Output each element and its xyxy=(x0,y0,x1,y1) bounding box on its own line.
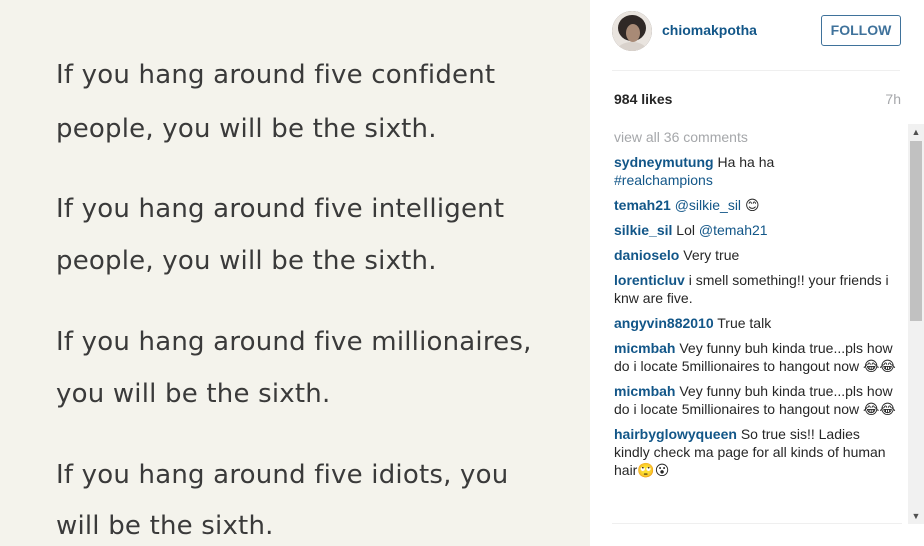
comment-username[interactable]: danioselo xyxy=(614,247,679,263)
follow-button[interactable]: FOLLOW xyxy=(821,15,901,46)
comment-text: True talk xyxy=(717,315,772,331)
comment-username[interactable]: silkie_sil xyxy=(614,222,672,238)
comment-username[interactable]: micmbah xyxy=(614,383,675,399)
post-image: If you hang around five confident people… xyxy=(0,0,590,546)
comment-mention[interactable]: @temah21 xyxy=(699,222,768,238)
comment-username[interactable]: hairbyglowyqueen xyxy=(614,426,737,442)
comment-username[interactable]: angyvin882010 xyxy=(614,315,714,331)
comment-mention[interactable]: @silkie_sil xyxy=(675,197,741,213)
comment-text: 😊 xyxy=(744,197,760,213)
comment-item: micmbah Vey funny buh kinda true...pls h… xyxy=(614,339,896,375)
view-all-comments-link[interactable]: view all 36 comments xyxy=(614,128,896,146)
username-link[interactable]: chiomakpotha xyxy=(662,22,757,38)
post-header: chiomakpotha FOLLOW xyxy=(590,0,924,70)
comment-item: danioselo Very true xyxy=(614,246,896,264)
quote-line: people, you will be the sixth. xyxy=(56,246,437,276)
scroll-down-icon[interactable]: ▼ xyxy=(908,508,924,524)
quote-line: people, you will be the sixth. xyxy=(56,114,437,144)
quote-line: If you hang around five intelligent xyxy=(56,194,505,224)
scroll-up-icon[interactable]: ▲ xyxy=(908,124,924,140)
divider xyxy=(612,70,900,71)
comment-item: angyvin882010 True talk xyxy=(614,314,896,332)
comment-item: lorenticluv i smell something!! your fri… xyxy=(614,271,896,307)
post-time[interactable]: 7h xyxy=(885,91,901,107)
avatar-photo-icon xyxy=(612,11,652,51)
comment-username[interactable]: temah21 xyxy=(614,197,671,213)
quote-line: will be the sixth. xyxy=(56,511,274,541)
post-side-panel: chiomakpotha FOLLOW 984 likes 7h view al… xyxy=(590,0,924,546)
comment-username[interactable]: lorenticluv xyxy=(614,272,685,288)
quote-line: If you hang around five idiots, you xyxy=(56,460,509,490)
comment-text: Ha ha ha xyxy=(717,154,775,170)
quote-line: If you hang around five millionaires, xyxy=(56,327,532,357)
comment-item: silkie_sil Lol @temah21 xyxy=(614,221,896,239)
scrollbar-thumb[interactable] xyxy=(910,141,922,321)
avatar[interactable] xyxy=(612,11,652,51)
quote-line: you will be the sixth. xyxy=(56,379,331,409)
comments-scrollbar[interactable]: ▲ ▼ xyxy=(908,124,924,524)
comments-list: view all 36 comments sydneymutung Ha ha … xyxy=(614,128,896,522)
comment-hashtag[interactable]: #realchampions xyxy=(614,172,713,188)
comment-text: Lol xyxy=(676,222,695,238)
comment-item: temah21 @silkie_sil 😊 xyxy=(614,196,896,214)
comment-text: Very true xyxy=(683,247,740,263)
comment-username[interactable]: micmbah xyxy=(614,340,675,356)
comment-item: sydneymutung Ha ha ha #realchampions xyxy=(614,153,896,189)
divider xyxy=(612,523,902,524)
likes-count[interactable]: 984 likes xyxy=(614,91,672,107)
comment-item: hairbyglowyqueen So true sis!! Ladies ki… xyxy=(614,425,896,479)
comment-username[interactable]: sydneymutung xyxy=(614,154,714,170)
quote-line: If you hang around five confident xyxy=(56,60,496,90)
comment-item: micmbah Vey funny buh kinda true...pls h… xyxy=(614,382,896,418)
